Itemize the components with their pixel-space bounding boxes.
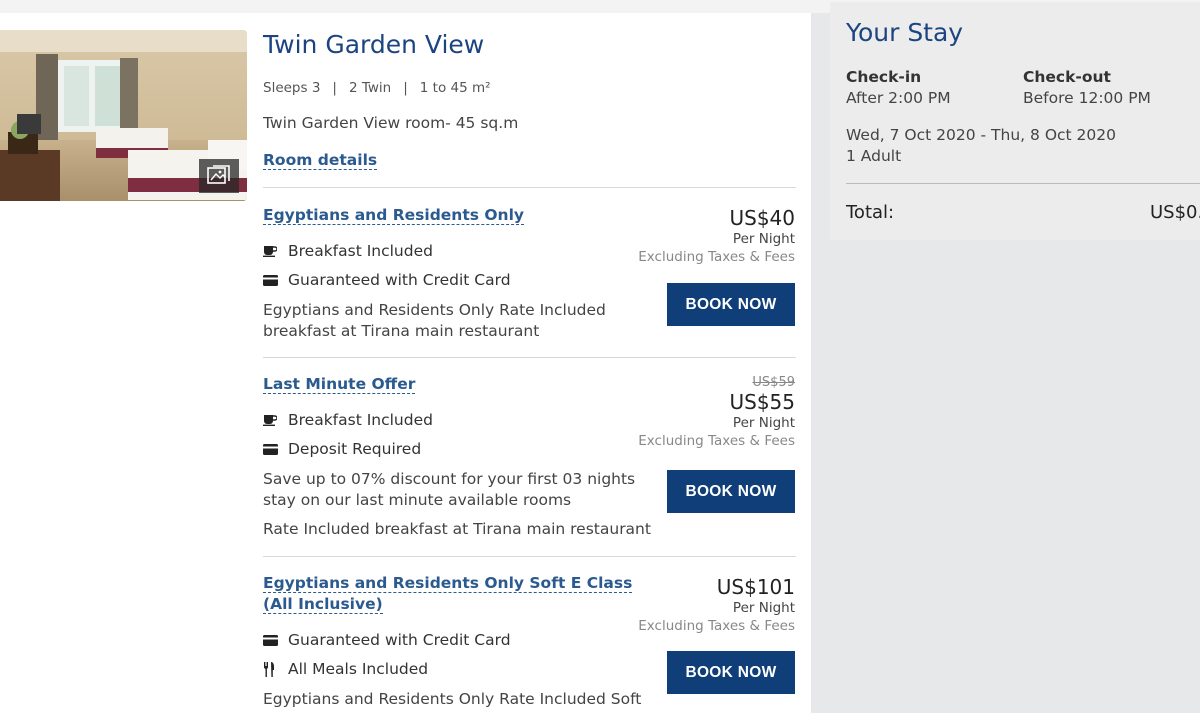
credit-card-icon [263, 634, 279, 646]
book-now-button[interactable]: BOOK NOW [667, 283, 795, 326]
rate-description: Save up to 07% discount for your first 0… [263, 470, 636, 509]
total-label: Total: [846, 202, 895, 223]
price-amount: US$40 [729, 206, 795, 230]
feature-label: Deposit Required [288, 440, 422, 458]
feature-label: Guaranteed with Credit Card [288, 271, 511, 289]
rate-name-link[interactable]: Egyptians and Residents Only [263, 206, 524, 225]
feature-label: Breakfast Included [288, 242, 433, 260]
total-value: US$0. [1150, 202, 1200, 223]
price-per-night: Per Night [732, 415, 795, 431]
room-description: Twin Garden View room- 45 sq.m [263, 114, 519, 132]
divider [263, 556, 796, 557]
room-beds: 2 Twin [348, 80, 392, 96]
room-title: Twin Garden View [263, 30, 485, 59]
rate-feature: Guaranteed with Credit Card [263, 631, 511, 649]
rate-feature: Breakfast Included [263, 411, 433, 429]
price-amount: US$101 [716, 575, 795, 599]
rate-feature: All Meals Included [263, 660, 428, 678]
room-photo[interactable] [0, 30, 247, 201]
rate-price: US$101 Per Night Excluding Taxes & Fees [638, 575, 795, 635]
separator: | [403, 80, 408, 96]
price-tax-note: Excluding Taxes & Fees [638, 433, 795, 449]
credit-card-icon [263, 274, 279, 286]
feature-label: Guaranteed with Credit Card [288, 631, 511, 649]
price-per-night: Per Night [732, 231, 795, 247]
checkin-label: Check-in [846, 68, 922, 86]
price-original: US$59 [752, 375, 795, 390]
rate-feature: Breakfast Included [263, 242, 433, 260]
book-now-button[interactable]: BOOK NOW [667, 470, 795, 513]
credit-card-icon [263, 443, 279, 455]
stay-guests: 1 Adult [846, 147, 902, 165]
divider [263, 187, 796, 188]
rate-feature: Guaranteed with Credit Card [263, 271, 511, 289]
stay-dates: Wed, 7 Oct 2020 - Thu, 8 Oct 2020 [846, 126, 1116, 144]
feature-label: Breakfast Included [288, 411, 433, 429]
checkout-label: Check-out [1023, 68, 1111, 86]
gallery-icon[interactable] [199, 159, 239, 193]
feature-label: All Meals Included [288, 660, 429, 678]
separator: | [332, 80, 337, 96]
rate-feature: Deposit Required [263, 440, 421, 458]
room-size: 1 to 45 m² [419, 80, 491, 96]
price-amount: US$55 [729, 390, 795, 414]
checkin-value: After 2:00 PM [846, 89, 951, 107]
book-now-button[interactable]: BOOK NOW [667, 651, 795, 694]
room-details-link[interactable]: Room details [263, 151, 378, 170]
rate-name-link[interactable]: Egyptians and Residents Only Soft E Clas… [263, 574, 633, 614]
rate-description: Egyptians and Residents Only Rate Includ… [263, 301, 606, 340]
rate-description: Rate Included breakfast at Tirana main r… [263, 520, 651, 538]
price-per-night: Per Night [732, 600, 795, 616]
rate-price: US$40 Per Night Excluding Taxes & Fees [638, 206, 795, 266]
rate-description: Egyptians and Residents Only Rate Includ… [263, 690, 642, 708]
room-sleeps: Sleeps 3 [263, 80, 321, 96]
price-tax-note: Excluding Taxes & Fees [638, 249, 795, 265]
price-tax-note: Excluding Taxes & Fees [638, 618, 795, 634]
fork-knife-icon [263, 661, 279, 677]
your-stay-title: Your Stay [846, 18, 964, 47]
room-meta: Sleeps 3 | 2 Twin | 1 to 45 m² [263, 80, 491, 96]
rate-price: US$59 US$55 Per Night Excluding Taxes & … [638, 375, 795, 450]
rate-name-link[interactable]: Last Minute Offer [263, 375, 416, 394]
your-stay-panel: Your Stay Check-in After 2:00 PM Check-o… [830, 2, 1200, 240]
checkout-value: Before 12:00 PM [1023, 89, 1151, 107]
divider [263, 357, 796, 358]
divider [846, 183, 1200, 184]
coffee-cup-icon [263, 245, 279, 257]
coffee-cup-icon [263, 414, 279, 426]
